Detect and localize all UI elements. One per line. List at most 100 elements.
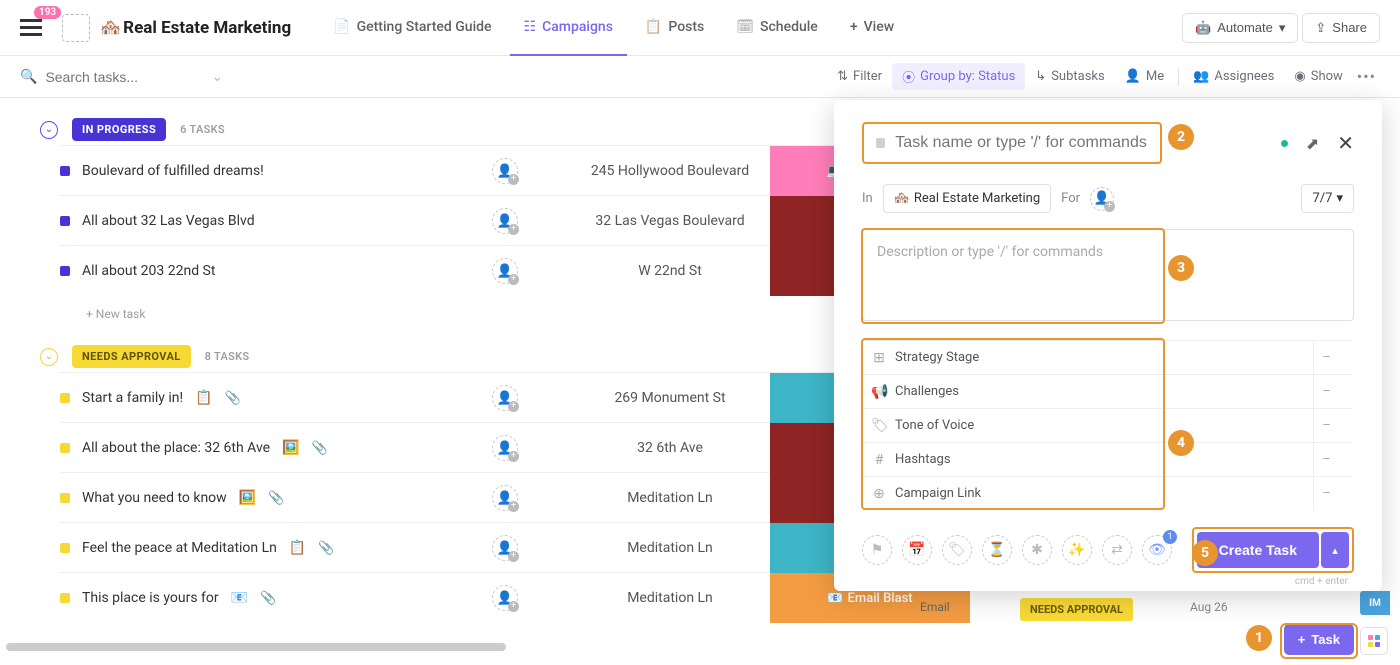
assignee-add[interactable]: 👤 <box>492 158 518 184</box>
assignee-add[interactable]: 👤 <box>492 385 518 411</box>
status-square[interactable] <box>60 443 70 453</box>
share-button[interactable]: ⇪ Share <box>1302 13 1380 43</box>
header: 193 🏘️ Real Estate Marketing 📄 Getting S… <box>0 0 1400 56</box>
chevron-down-icon: ▾ <box>1279 20 1286 36</box>
field-row[interactable]: #Hashtags– <box>863 442 1353 476</box>
status-pill[interactable]: NEEDS APPROVAL <box>72 345 191 368</box>
task-name-input-wrap[interactable] <box>862 122 1162 164</box>
search-input[interactable] <box>45 69 195 85</box>
date-icon[interactable]: 📅 <box>902 535 932 565</box>
add-view[interactable]: + View <box>836 0 908 56</box>
status-square[interactable] <box>60 493 70 503</box>
for-label: For <box>1061 191 1080 206</box>
toolbar: 🔍 ⌄ ⇅Filter ⦿Group by: Status ↳Subtasks … <box>0 56 1400 98</box>
tab-getting-started[interactable]: 📄 Getting Started Guide <box>319 0 505 56</box>
presence-dot <box>1281 140 1288 147</box>
menu-toggle[interactable]: 193 <box>20 14 48 42</box>
tag-icon[interactable]: 🏷 <box>942 535 972 565</box>
status-square[interactable] <box>60 216 70 226</box>
hash-icon: # <box>871 452 887 468</box>
divider <box>1178 68 1179 86</box>
field-row[interactable]: 📢Challenges– <box>863 374 1353 408</box>
tab-schedule[interactable]: 🗓 Schedule <box>722 0 832 56</box>
status-square <box>876 138 885 148</box>
create-task-dropdown[interactable]: ▴ <box>1321 532 1349 568</box>
page-title[interactable]: 🏘️ Real Estate Marketing <box>100 18 291 38</box>
more-button[interactable]: ••• <box>1353 67 1380 86</box>
callout-2: 2 <box>1168 124 1194 150</box>
list-chip[interactable]: 🏘️Real Estate Marketing <box>883 184 1051 213</box>
status-square[interactable] <box>60 393 70 403</box>
estimate-icon[interactable]: ⏳ <box>982 535 1012 565</box>
horizontal-scrollbar[interactable] <box>6 643 506 651</box>
apps-icon <box>1368 635 1380 647</box>
status-square[interactable] <box>60 543 70 553</box>
new-task-button[interactable]: +Task <box>1284 624 1354 655</box>
subtask-icon: ↳ <box>1035 69 1046 84</box>
expand-icon[interactable]: ⬈ <box>1306 134 1319 153</box>
chevron-down-icon: ▾ <box>1336 191 1343 206</box>
assignee-add[interactable]: 👤 <box>492 258 518 284</box>
robot-icon: 🤖 <box>1195 20 1211 36</box>
close-icon[interactable]: ✕ <box>1337 131 1354 155</box>
tab-campaigns[interactable]: ☷ Campaigns <box>510 0 627 56</box>
field-row[interactable]: 🏷Tone of Voice– <box>863 408 1353 442</box>
assignee-add[interactable]: 👤 <box>492 535 518 561</box>
plus-icon: + <box>850 19 858 35</box>
search-box[interactable]: 🔍 ⌄ <box>20 69 223 85</box>
keyboard-hint: cmd + enter <box>1295 576 1348 587</box>
show-button[interactable]: ◉Show <box>1284 65 1352 88</box>
task-count: 8 TASKS <box>205 350 250 363</box>
list-icon: ☷ <box>524 19 537 35</box>
chevron-down-icon[interactable]: ⌄ <box>211 69 223 85</box>
date-label: Aug 26 <box>1190 600 1228 614</box>
status-square[interactable] <box>60 593 70 603</box>
assignee-add[interactable]: 👤 <box>492 208 518 234</box>
filter-button[interactable]: ⇅Filter <box>827 65 892 88</box>
calendar-icon: 🗓 <box>736 19 754 35</box>
status-square[interactable] <box>60 166 70 176</box>
task-count: 6 TASKS <box>180 123 225 136</box>
sprint-icon[interactable]: ✱ <box>1022 535 1052 565</box>
apps-button[interactable] <box>1360 627 1388 655</box>
automate-button[interactable]: 🤖 Automate ▾ <box>1182 13 1298 43</box>
subtasks-button[interactable]: ↳Subtasks <box>1025 65 1114 88</box>
assignee-add[interactable]: 👤 <box>492 585 518 611</box>
people-icon: 👥 <box>1193 69 1209 84</box>
field-row[interactable]: ⊞Strategy Stage– <box>863 340 1353 374</box>
group-by-button[interactable]: ⦿Group by: Status <box>892 63 1025 90</box>
task-name-input[interactable] <box>895 134 1148 152</box>
description-input[interactable]: Description or type '/' for commands <box>862 229 1354 321</box>
eye-icon: ◉ <box>1294 69 1305 84</box>
priority-icon[interactable]: ⚑ <box>862 535 892 565</box>
assignee-add[interactable]: 👤 <box>492 435 518 461</box>
filter-icon: ⇅ <box>837 69 848 84</box>
tag-icon: 🏷 <box>871 418 887 434</box>
create-task-panel: ⬈ ✕ In 🏘️Real Estate Marketing For 👤 7/7… <box>834 100 1382 591</box>
search-icon: 🔍 <box>20 69 37 85</box>
goal-label: Email <box>920 600 950 614</box>
tab-posts[interactable]: 📋 Posts <box>631 0 718 56</box>
status-square[interactable] <box>60 266 70 276</box>
dependency-icon[interactable]: ⇄ <box>1102 535 1132 565</box>
field-row[interactable]: ⊕Campaign Link– <box>863 476 1353 510</box>
field-count-chip[interactable]: 7/7 ▾ <box>1301 184 1354 213</box>
status-pill[interactable]: IN PROGRESS <box>72 118 166 141</box>
share-icon: ⇪ <box>1315 20 1326 36</box>
collapse-toggle[interactable]: ⌄ <box>40 348 58 366</box>
attachment-icon: 📎 <box>318 541 334 556</box>
me-button[interactable]: 👤Me <box>1115 65 1174 88</box>
in-label: In <box>862 191 873 206</box>
collapse-toggle[interactable]: ⌄ <box>40 121 58 139</box>
ai-icon[interactable]: ✨ <box>1062 535 1092 565</box>
plus-icon: + <box>1298 632 1306 647</box>
custom-fields: ⊞Strategy Stage– 📢Challenges– 🏷Tone of V… <box>862 339 1354 511</box>
space-icon[interactable] <box>62 14 90 42</box>
assignee-add[interactable]: 👤 <box>1090 187 1114 211</box>
callout-4: 4 <box>1168 430 1194 456</box>
board-icon: 📋 <box>645 19 662 35</box>
assignee-add[interactable]: 👤 <box>492 485 518 511</box>
notification-badge: 193 <box>34 6 61 19</box>
assignees-button[interactable]: 👥Assignees <box>1183 65 1284 88</box>
watchers-icon[interactable]: 👁1 <box>1142 535 1172 565</box>
